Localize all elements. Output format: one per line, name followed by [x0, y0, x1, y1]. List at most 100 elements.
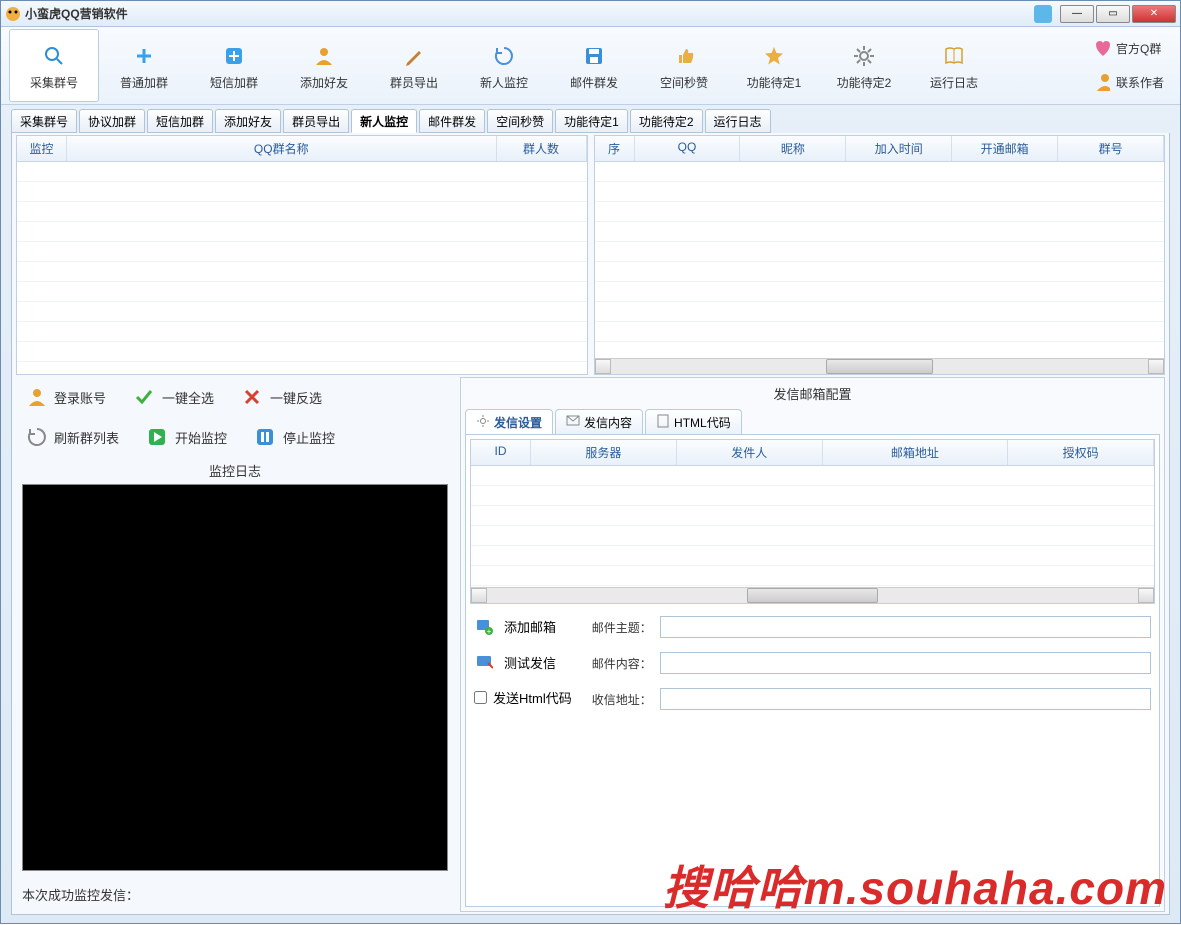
toolbar-save[interactable]: 邮件群发 — [549, 29, 639, 102]
ctrl-pause[interactable]: 停止监控 — [255, 427, 335, 447]
mail-icon — [566, 414, 580, 431]
close-button[interactable]: ✕ — [1132, 5, 1176, 23]
tab-功能待定1[interactable]: 功能待定1 — [555, 109, 628, 133]
shirt-icon[interactable] — [1034, 5, 1052, 23]
ctrl-user[interactable]: 登录账号 — [26, 387, 106, 407]
tab-采集群号[interactable]: 采集群号 — [11, 109, 77, 133]
scroll-right-button[interactable] — [1138, 588, 1154, 603]
minimize-button[interactable]: — — [1060, 5, 1094, 23]
mail-table-body[interactable] — [471, 466, 1154, 587]
side-heart[interactable]: 官方Q群 — [1094, 40, 1164, 57]
col-群人数[interactable]: 群人数 — [497, 136, 587, 161]
main-toolbar: 采集群号普通加群 短信加群添加好友群员导出 新人监控邮件群发空间秒赞功能待定1 功能待… — [1, 27, 1180, 105]
user-icon — [26, 387, 46, 407]
plus-icon — [132, 44, 156, 68]
send-html-check-input[interactable] — [474, 691, 487, 704]
tab-功能待定2[interactable]: 功能待定2 — [630, 109, 703, 133]
col-序[interactable]: 序 — [595, 136, 635, 161]
toolbar-gear[interactable]: 功能待定2 — [819, 29, 909, 102]
tab-短信加群[interactable]: 短信加群 — [147, 109, 213, 133]
mail-table: ID服务器发件人邮箱地址授权码 — [470, 439, 1155, 604]
toolbar-label: 运行日志 — [930, 74, 978, 91]
scroll-left-button[interactable] — [595, 359, 611, 374]
col-邮箱地址[interactable]: 邮箱地址 — [823, 440, 1009, 465]
col-开通邮箱[interactable]: 开通邮箱 — [952, 136, 1058, 161]
col-ID[interactable]: ID — [471, 440, 531, 465]
toolbar-book[interactable]: 运行日志 — [909, 29, 999, 102]
tab-空间秒赞[interactable]: 空间秒赞 — [487, 109, 553, 133]
right-table-body[interactable] — [595, 162, 1165, 358]
lower-row: 登录账号 一键全选 一键反选 刷新群列表 开始监控 停止监控 监控日志 本次成功监控发信… — [16, 377, 1165, 912]
tab-新人监控[interactable]: 新人监控 — [351, 109, 417, 133]
mail-tab-body: ID服务器发件人邮箱地址授权码 + — [465, 434, 1160, 907]
col-监控[interactable]: 监控 — [17, 136, 67, 161]
toolbar-plus[interactable]: 普通加群 — [99, 29, 189, 102]
tab-群员导出[interactable]: 群员导出 — [283, 109, 349, 133]
left-table-body[interactable] — [17, 162, 587, 374]
toolbar-plus-sq[interactable]: 短信加群 — [189, 29, 279, 102]
page-icon — [656, 414, 670, 431]
log-status: 本次成功监控发信： — [16, 877, 454, 912]
tab-添加好友[interactable]: 添加好友 — [215, 109, 281, 133]
mail-tab-0[interactable]: 发信设置 — [465, 409, 553, 435]
toolbar-star[interactable]: 功能待定1 — [729, 29, 819, 102]
tab-strip: 采集群号协议加群短信加群添加好友群员导出新人监控邮件群发空间秒赞功能待定1功能待… — [11, 109, 1170, 133]
scroll-thumb[interactable] — [747, 588, 877, 603]
add-mailbox-button[interactable]: + 添加邮箱 — [474, 616, 572, 636]
pencil-icon — [402, 44, 426, 68]
star-icon — [762, 44, 786, 68]
ctrl-play[interactable]: 开始监控 — [147, 427, 227, 447]
toolbar-label: 普通加群 — [120, 74, 168, 91]
search-icon — [42, 44, 66, 68]
mail-h-scrollbar[interactable] — [471, 587, 1154, 603]
content-input[interactable] — [660, 652, 1151, 674]
gear-sm-icon — [476, 414, 490, 431]
titlebar: 小蛮虎QQ营销软件 — ▭ ✕ — [1, 1, 1180, 27]
toolbar-search[interactable]: 采集群号 — [9, 29, 99, 102]
ctrl-x[interactable]: 一键反选 — [242, 387, 322, 407]
subject-label: 邮件主题： — [592, 619, 652, 636]
col-QQ群名称[interactable]: QQ群名称 — [67, 136, 497, 161]
tab-协议加群[interactable]: 协议加群 — [79, 109, 145, 133]
log-title: 监控日志 — [16, 457, 454, 484]
content-label: 邮件内容： — [592, 655, 652, 672]
toolbar-user[interactable]: 添加好友 — [279, 29, 369, 102]
col-群号[interactable]: 群号 — [1058, 136, 1164, 161]
x-icon — [242, 387, 262, 407]
col-发件人[interactable]: 发件人 — [677, 440, 823, 465]
recv-input[interactable] — [660, 688, 1151, 710]
right-table-header: 序QQ昵称加入时间开通邮箱群号 — [595, 136, 1165, 162]
col-QQ[interactable]: QQ — [635, 136, 741, 161]
scroll-thumb[interactable] — [826, 359, 934, 374]
ctrl-refresh[interactable]: 刷新群列表 — [26, 427, 119, 447]
col-昵称[interactable]: 昵称 — [740, 136, 846, 161]
mail-tab-1[interactable]: 发信内容 — [555, 409, 643, 435]
test-send-button[interactable]: 测试发信 — [474, 652, 572, 672]
mail-panel-title: 发信邮箱配置 — [465, 382, 1160, 409]
refresh-icon — [26, 427, 46, 447]
toolbar-label: 群员导出 — [390, 74, 438, 91]
side-user[interactable]: 联系作者 — [1094, 74, 1164, 91]
tab-运行日志[interactable]: 运行日志 — [705, 109, 771, 133]
ctrl-check[interactable]: 一键全选 — [134, 387, 214, 407]
toolbar-label: 功能待定2 — [837, 74, 892, 91]
toolbar-side: 官方Q群联系作者 — [1086, 29, 1172, 102]
heart-icon — [1094, 41, 1110, 57]
scroll-left-button[interactable] — [471, 588, 487, 603]
gear-icon — [852, 44, 876, 68]
subject-input[interactable] — [660, 616, 1151, 638]
col-服务器[interactable]: 服务器 — [531, 440, 677, 465]
toolbar-pencil[interactable]: 群员导出 — [369, 29, 459, 102]
left-column: 登录账号 一键全选 一键反选 刷新群列表 开始监控 停止监控 监控日志 本次成功监控发信… — [16, 377, 454, 912]
toolbar-thumb[interactable]: 空间秒赞 — [639, 29, 729, 102]
toolbar-refresh[interactable]: 新人监控 — [459, 29, 549, 102]
tab-邮件群发[interactable]: 邮件群发 — [419, 109, 485, 133]
maximize-button[interactable]: ▭ — [1096, 5, 1130, 23]
col-授权码[interactable]: 授权码 — [1008, 440, 1154, 465]
send-html-checkbox[interactable]: 发送Html代码 — [474, 688, 572, 707]
col-加入时间[interactable]: 加入时间 — [846, 136, 952, 161]
h-scrollbar[interactable] — [595, 358, 1165, 374]
scroll-right-button[interactable] — [1148, 359, 1164, 374]
check-icon — [134, 387, 154, 407]
mail-tab-2[interactable]: HTML代码 — [645, 409, 742, 435]
